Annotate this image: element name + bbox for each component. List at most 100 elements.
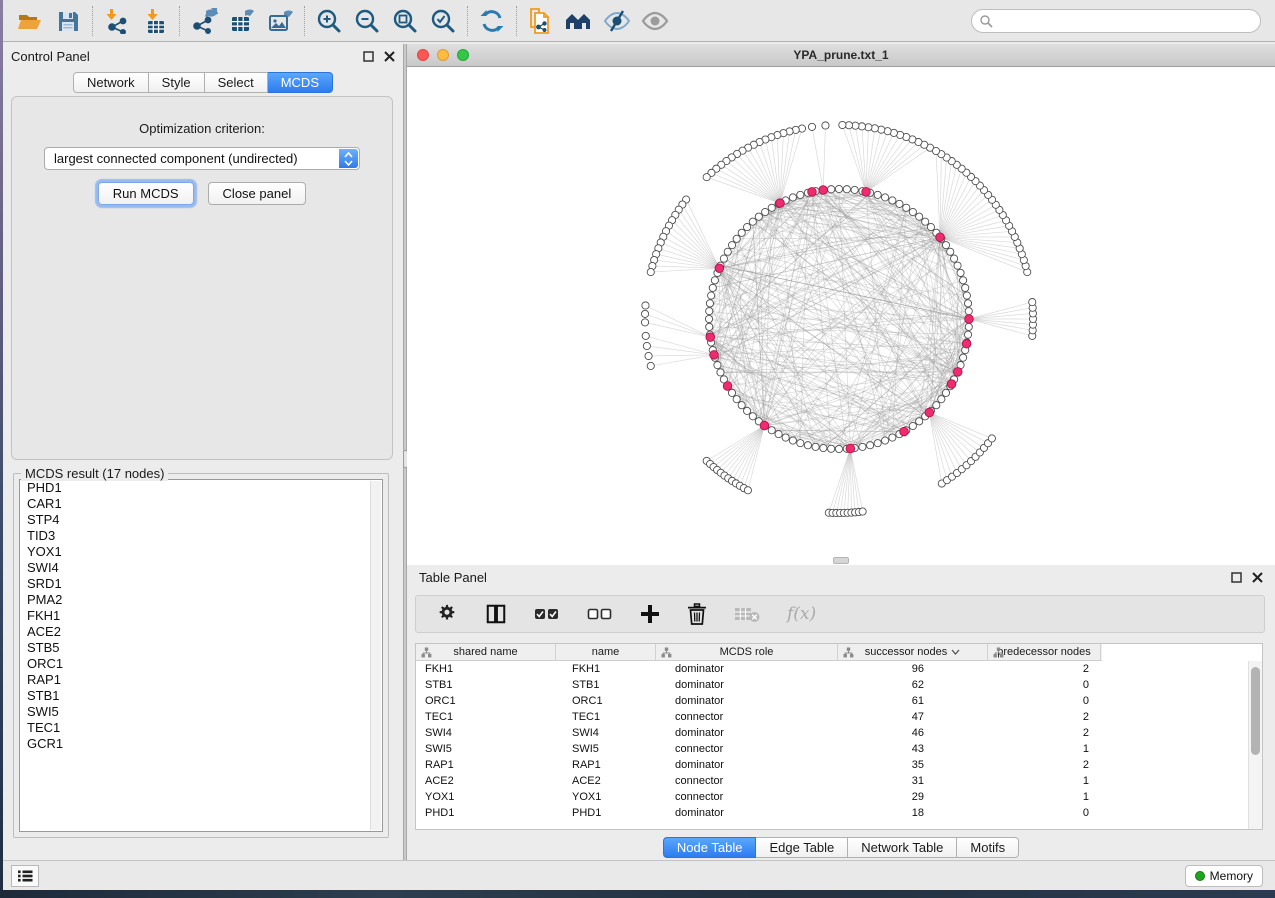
mcds-result-list[interactable]: PHD1CAR1STP4TID3YOX1SWI4SRD1PMA2FKH1ACE2…: [19, 479, 383, 832]
close-panel-icon[interactable]: [1252, 572, 1263, 583]
network-node[interactable]: [878, 126, 885, 133]
close-panel-icon[interactable]: [384, 51, 395, 62]
network-node[interactable]: [812, 443, 819, 450]
network-node[interactable]: [645, 352, 652, 359]
network-node[interactable]: [647, 268, 654, 275]
table-row[interactable]: STB1STB1dominator620: [416, 677, 1262, 693]
tab-node-table[interactable]: Node Table: [663, 837, 757, 858]
network-node[interactable]: [957, 269, 964, 276]
export-image-button[interactable]: [261, 4, 299, 38]
network-node[interactable]: [962, 340, 971, 349]
network-node[interactable]: [965, 323, 972, 330]
mcds-result-item[interactable]: CAR1: [20, 496, 382, 512]
network-node[interactable]: [743, 223, 750, 230]
network-node[interactable]: [808, 123, 815, 130]
zoom-fit-button[interactable]: [386, 4, 424, 38]
mcds-result-item[interactable]: YOX1: [20, 544, 382, 560]
network-node[interactable]: [733, 396, 740, 403]
import-network-button[interactable]: [98, 4, 136, 38]
memory-button[interactable]: Memory: [1185, 865, 1263, 887]
network-node[interactable]: [925, 408, 934, 417]
network-node[interactable]: [962, 284, 969, 291]
network-node[interactable]: [776, 199, 785, 208]
add-column-icon[interactable]: [640, 604, 660, 624]
network-node[interactable]: [706, 300, 713, 307]
hide-selected-button[interactable]: [598, 4, 636, 38]
network-node[interactable]: [843, 186, 850, 193]
float-panel-icon[interactable]: [1231, 572, 1242, 583]
network-node[interactable]: [720, 255, 727, 262]
zoom-selected-button[interactable]: [424, 4, 462, 38]
network-node[interactable]: [642, 302, 649, 309]
network-node[interactable]: [936, 233, 945, 242]
network-node[interactable]: [762, 208, 769, 215]
mcds-result-item[interactable]: RAP1: [20, 672, 382, 688]
tab-network-table[interactable]: Network Table: [848, 837, 957, 858]
network-node[interactable]: [963, 292, 970, 299]
mcds-result-item[interactable]: SRD1: [20, 576, 382, 592]
tab-mcds[interactable]: MCDS: [268, 72, 333, 93]
network-node[interactable]: [960, 354, 967, 361]
network-node[interactable]: [744, 487, 751, 494]
network-node[interactable]: [927, 223, 934, 230]
tab-motifs[interactable]: Motifs: [957, 837, 1019, 858]
network-node[interactable]: [775, 431, 782, 438]
network-node[interactable]: [871, 125, 878, 132]
network-node[interactable]: [743, 407, 750, 414]
network-node[interactable]: [708, 292, 715, 299]
column-header-name[interactable]: name: [556, 644, 656, 660]
close-panel-button[interactable]: Close panel: [208, 182, 307, 205]
network-node[interactable]: [909, 422, 916, 429]
columns-icon[interactable]: [485, 603, 507, 625]
network-node[interactable]: [867, 442, 874, 449]
mcds-result-item[interactable]: GCR1: [20, 736, 382, 752]
network-node[interactable]: [947, 248, 954, 255]
mcds-result-item[interactable]: TEC1: [20, 720, 382, 736]
table-row[interactable]: RAP1RAP1dominator352: [416, 757, 1262, 773]
mcds-result-item[interactable]: FKH1: [20, 608, 382, 624]
network-node[interactable]: [724, 248, 731, 255]
export-network-button[interactable]: [185, 4, 223, 38]
network-node[interactable]: [705, 315, 712, 322]
network-node[interactable]: [703, 174, 710, 181]
first-neighbors-button[interactable]: [560, 4, 598, 38]
search-input[interactable]: [971, 9, 1261, 33]
mcds-result-item[interactable]: TID3: [20, 528, 382, 544]
table-row[interactable]: FKH1FKH1dominator962: [416, 661, 1262, 677]
network-node[interactable]: [916, 213, 923, 220]
network-node[interactable]: [874, 191, 881, 198]
network-node[interactable]: [965, 308, 972, 315]
table-row[interactable]: ACE2ACE2connector311: [416, 773, 1262, 789]
network-node[interactable]: [900, 427, 909, 436]
network-node[interactable]: [768, 427, 775, 434]
column-header-mcds-role[interactable]: MCDS role: [656, 644, 838, 660]
clone-network-button[interactable]: [522, 4, 560, 38]
optimization-criterion-dropdown[interactable]: largest connected component (undirected): [44, 147, 360, 170]
mcds-result-item[interactable]: ACE2: [20, 624, 382, 640]
mcds-result-item[interactable]: STP4: [20, 512, 382, 528]
delete-column-icon[interactable]: [687, 603, 707, 625]
network-node[interactable]: [643, 342, 650, 349]
network-node[interactable]: [808, 188, 817, 197]
function-builder-icon[interactable]: f(x): [787, 604, 816, 624]
network-node[interactable]: [932, 147, 939, 154]
network-node[interactable]: [988, 435, 995, 442]
float-panel-icon[interactable]: [363, 51, 374, 62]
open-file-button[interactable]: [11, 4, 49, 38]
network-node[interactable]: [710, 351, 719, 360]
tab-edge-table[interactable]: Edge Table: [756, 837, 848, 858]
network-node[interactable]: [828, 445, 835, 452]
network-node[interactable]: [954, 262, 961, 269]
network-node[interactable]: [933, 402, 940, 409]
network-node[interactable]: [1029, 298, 1036, 305]
network-node[interactable]: [828, 186, 835, 193]
tab-network[interactable]: Network: [73, 72, 149, 93]
network-node[interactable]: [804, 442, 811, 449]
network-node[interactable]: [755, 213, 762, 220]
network-node[interactable]: [881, 437, 888, 444]
show-all-button[interactable]: [636, 4, 674, 38]
network-node[interactable]: [964, 331, 971, 338]
delete-table-icon[interactable]: [734, 604, 760, 624]
network-graph[interactable]: [407, 67, 1275, 565]
network-node[interactable]: [851, 186, 858, 193]
